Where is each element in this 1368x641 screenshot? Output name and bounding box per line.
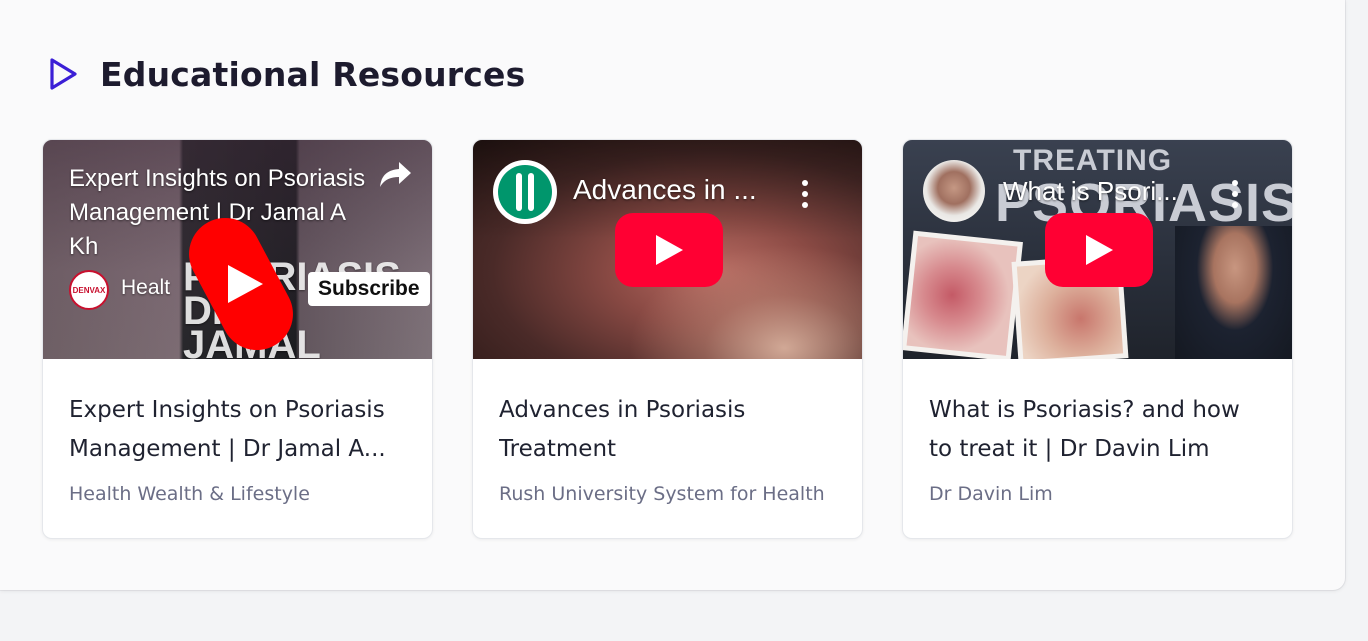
skin-photo-1	[903, 230, 1023, 359]
video-card-1[interactable]: PSORIASIS DR JAMAL A KHAN Expert Insight…	[42, 139, 433, 539]
presenter-image	[1175, 226, 1292, 359]
video-title[interactable]: Advances in Psoriasis Treatment	[499, 391, 836, 469]
video-thumbnail[interactable]: PSORIASIS DR JAMAL A KHAN Expert Insight…	[43, 140, 432, 359]
subscribe-button[interactable]: Subscribe	[308, 272, 430, 306]
rush-logo-icon	[498, 165, 552, 219]
channel-avatar[interactable]	[493, 160, 557, 224]
channel-logo-text: DENVAX	[72, 285, 106, 295]
video-channel: Rush University System for Health	[499, 483, 825, 505]
channel-avatar[interactable]	[923, 160, 985, 222]
youtube-play-button[interactable]	[1045, 213, 1153, 287]
overlay-channel-name: Healt	[121, 276, 171, 299]
overlay-video-title: What is Psori...	[1003, 176, 1178, 206]
video-channel: Dr Davin Lim	[929, 483, 1053, 505]
video-title[interactable]: What is Psoriasis? and how to treat it |…	[929, 391, 1266, 469]
video-thumbnail[interactable]: TREATING PSORIASIS What is Psori...	[903, 140, 1292, 359]
overlay-video-title: Advances in ...	[573, 174, 757, 205]
section-title: Educational Resources	[100, 54, 526, 94]
section-header: Educational Resources	[48, 54, 525, 94]
video-title[interactable]: Expert Insights on Psoriasis Management …	[69, 391, 406, 469]
channel-avatar[interactable]: DENVAX	[69, 270, 109, 310]
educational-resources-panel: Educational Resources PSORIASIS DR JAMAL…	[0, 0, 1345, 590]
play-icon	[656, 235, 683, 265]
video-card-2[interactable]: Advances in ... Advances in Psoriasis Tr…	[472, 139, 863, 539]
youtube-shorts-play-icon[interactable]	[183, 210, 299, 359]
video-channel: Health Wealth & Lifestyle	[69, 483, 310, 505]
more-options-icon[interactable]	[802, 180, 808, 208]
video-card-3[interactable]: TREATING PSORIASIS What is Psori... What…	[902, 139, 1293, 539]
video-thumbnail[interactable]: Advances in ...	[473, 140, 862, 359]
play-icon	[1086, 235, 1113, 265]
youtube-play-button[interactable]	[615, 213, 723, 287]
play-outline-icon	[48, 54, 78, 94]
share-icon[interactable]	[377, 158, 415, 197]
more-options-icon[interactable]	[1232, 180, 1238, 208]
